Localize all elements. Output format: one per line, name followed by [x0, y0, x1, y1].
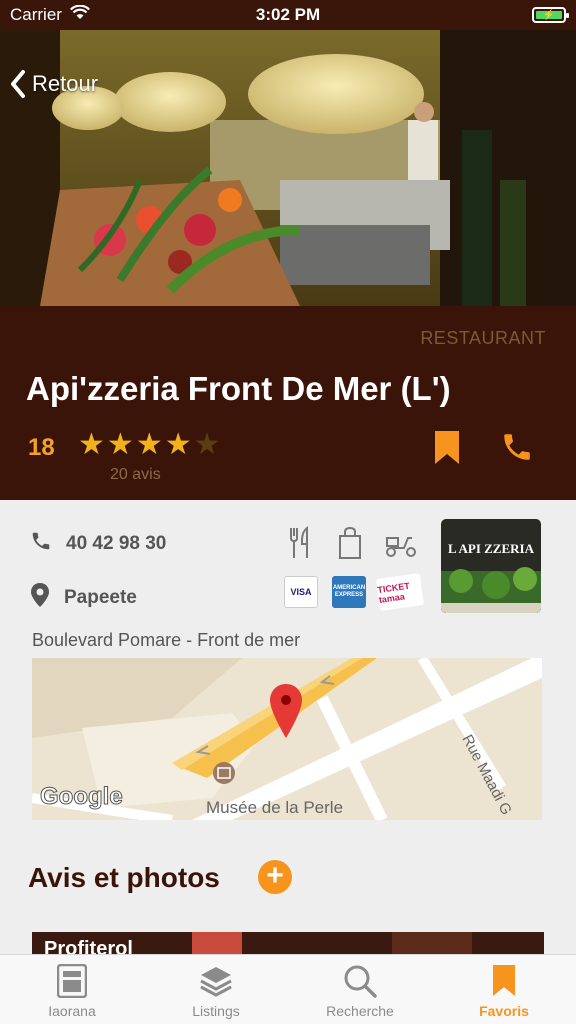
tab-label: Favoris: [479, 1003, 529, 1019]
bookmark-icon: [486, 963, 522, 999]
reviews-section-title: Avis et photos: [28, 862, 220, 893]
status-bar: Carrier 3:02 PM ⚡: [0, 0, 576, 30]
tab-favoris[interactable]: Favoris: [432, 955, 576, 1024]
ticket-badge: TICKET tamaa: [375, 573, 425, 611]
reviews-count: 20 avis: [110, 466, 161, 483]
chevron-left-icon: [10, 70, 26, 98]
delivery-scooter-icon: [384, 526, 418, 565]
map[interactable]: Musée de la Perle Rue Maadi G Google: [32, 658, 542, 820]
google-logo: Google: [40, 783, 123, 810]
tab-listings[interactable]: Listings: [144, 955, 288, 1024]
city-name: Papeete: [64, 587, 137, 608]
news-icon: [54, 963, 90, 999]
star-filled-icon: ★: [164, 428, 192, 461]
score-value: 18: [28, 434, 55, 461]
back-button[interactable]: Retour: [10, 70, 98, 98]
phone-icon: [500, 434, 534, 468]
tab-label: Listings: [192, 1003, 240, 1019]
tab-recherche[interactable]: Recherche: [288, 955, 432, 1024]
phone-number: 40 42 98 30: [66, 533, 167, 554]
city-row: Papeete: [30, 582, 137, 614]
layers-icon: [198, 963, 234, 999]
hero-photo: Retour: [0, 30, 576, 306]
tab-label: Iaorana: [48, 1003, 96, 1019]
tab-label: Recherche: [326, 1003, 394, 1019]
rating-stars: ★ ★ ★ ★ ★: [78, 430, 221, 460]
phone-row[interactable]: 40 42 98 30: [30, 530, 166, 558]
shopping-bag-icon: [338, 526, 362, 565]
restaurant-thumbnail[interactable]: L API ZZERIA: [441, 519, 541, 613]
search-icon: [342, 963, 378, 999]
location-pin-icon: [30, 582, 50, 614]
phone-icon: [30, 530, 52, 558]
star-filled-icon: ★: [106, 428, 134, 461]
amex-badge: AMERICAN EXPRESS: [332, 576, 366, 608]
star-filled-icon: ★: [78, 428, 105, 461]
utensils-icon: [288, 525, 312, 565]
category-label: RESTAURANT: [420, 328, 546, 348]
address: Boulevard Pomare - Front de mer: [32, 630, 301, 650]
map-poi-label: Musée de la Perle: [206, 798, 343, 817]
tab-iaorana[interactable]: Iaorana: [0, 955, 144, 1024]
thumbnail-caption: L API ZZERIA: [448, 541, 534, 556]
restaurant-title: Api'zzeria Front De Mer (L'): [26, 370, 451, 407]
call-button[interactable]: [500, 430, 534, 469]
tab-bar: Iaorana Listings Recherche Favoris: [0, 954, 576, 1024]
carrier-label: Carrier: [10, 5, 62, 24]
restaurant-header: RESTAURANT Api'zzeria Front De Mer (L') …: [0, 306, 576, 500]
back-label: Retour: [32, 71, 99, 96]
info-section: 40 42 98 30 Papeete VISA AMERICAN EXPRES…: [0, 500, 576, 962]
battery-icon: ⚡: [532, 7, 569, 23]
wifi-icon: [69, 4, 90, 25]
star-filled-icon: ★: [135, 428, 163, 461]
bookmark-icon: [434, 431, 460, 470]
add-review-button[interactable]: +: [258, 860, 292, 894]
star-empty-icon: ★: [193, 428, 221, 461]
bookmark-button[interactable]: [434, 430, 460, 471]
visa-badge: VISA: [284, 576, 318, 608]
